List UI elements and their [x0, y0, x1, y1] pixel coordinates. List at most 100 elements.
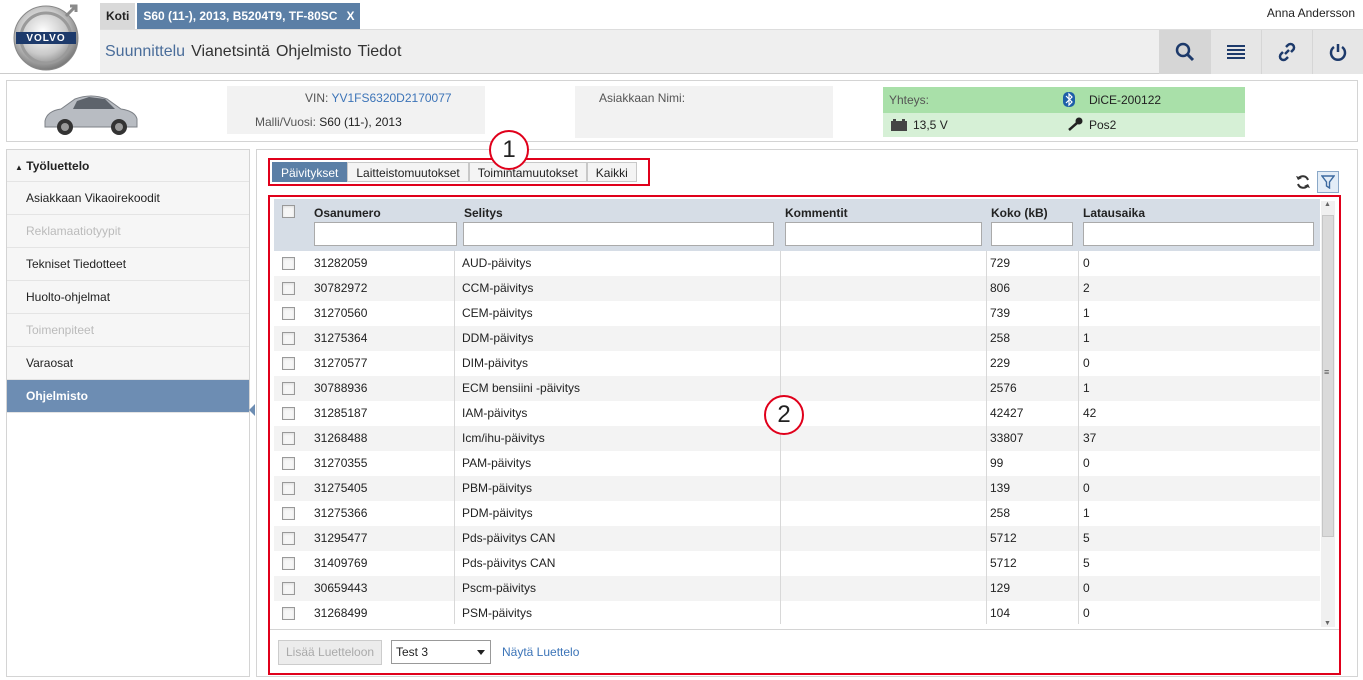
row-checkbox[interactable] [282, 332, 295, 345]
table-row[interactable]: 30782972 CCM-päivitys 806 2 [274, 276, 1320, 301]
table-row[interactable]: 30788936 ECM bensiini -päivitys 2576 1 [274, 376, 1320, 401]
tab-vehicle[interactable]: S60 (11-), 2013, B5204T9, TF-80SC X [137, 3, 361, 29]
filter-koko-input[interactable] [991, 222, 1073, 246]
key-icon [1068, 117, 1083, 131]
table-row[interactable]: 31275364 DDM-päivitys 258 1 [274, 326, 1320, 351]
vin-label: VIN: [305, 91, 329, 105]
row-checkbox[interactable] [282, 557, 295, 570]
col-selitys[interactable]: Selitys [464, 206, 503, 220]
tab-home[interactable]: Koti [100, 3, 136, 29]
refresh-icon[interactable] [1295, 174, 1311, 190]
column-divider [1078, 426, 1079, 451]
column-divider [780, 576, 781, 601]
scroll-down-icon[interactable]: ▼ [1324, 620, 1331, 627]
cell-latausaika: 1 [1083, 506, 1090, 520]
row-checkbox[interactable] [282, 582, 295, 595]
col-osanumero[interactable]: Osanumero [314, 206, 381, 220]
add-to-list-button[interactable]: Lisää Luetteloon [278, 640, 383, 665]
volvo-logo[interactable]: VOLVO [0, 0, 96, 74]
table-row[interactable]: 31409769 Pds-päivitys CAN 5712 5 [274, 551, 1320, 576]
filter-selitys-input[interactable] [463, 222, 774, 246]
column-divider [454, 276, 455, 301]
vin-link[interactable]: YV1FS6320D2170077 [331, 91, 451, 105]
row-checkbox[interactable] [282, 307, 295, 320]
col-koko[interactable]: Koko (kB) [991, 206, 1048, 220]
column-divider [986, 326, 987, 351]
grid-scrollbar[interactable]: ▲ ≡ ▼ [1321, 201, 1335, 627]
table-row[interactable]: 31268499 PSM-päivitys 104 0 [274, 601, 1320, 624]
column-divider [1078, 376, 1079, 401]
table-row[interactable]: 30659443 Pscm-päivitys 129 0 [274, 576, 1320, 601]
nav-suunnittelu[interactable]: Suunnittelu [102, 43, 188, 61]
nav-ohjelmisto[interactable]: Ohjelmisto [273, 43, 355, 61]
column-divider [454, 476, 455, 501]
table-row[interactable]: 31282059 AUD-päivitys 729 0 [274, 251, 1320, 276]
filter-osanumero-input[interactable] [314, 222, 457, 246]
table-row[interactable]: 31275366 PDM-päivitys 258 1 [274, 501, 1320, 526]
select-all-checkbox[interactable] [282, 205, 295, 218]
row-checkbox[interactable] [282, 407, 295, 420]
sidebar-item-reklamaatiotyypit: Reklamaatiotyypit [7, 215, 249, 248]
column-divider [1078, 501, 1079, 526]
sidebar-item-varaosat[interactable]: Varaosat [7, 347, 249, 380]
sidebar-item-huolto-ohjelmat[interactable]: Huolto-ohjelmat [7, 281, 249, 314]
power-icon [1329, 44, 1347, 61]
user-name[interactable]: Anna Andersson [1267, 6, 1355, 20]
row-checkbox[interactable] [282, 432, 295, 445]
table-row[interactable]: 31270560 CEM-päivitys 739 1 [274, 301, 1320, 326]
tab-laitteistomuutokset[interactable]: Laitteistomuutokset [347, 162, 469, 182]
tab-kaikki[interactable]: Kaikki [586, 162, 637, 182]
tab-paivitykset[interactable]: Päivitykset [272, 162, 348, 182]
filter-button[interactable] [1317, 171, 1339, 193]
column-divider [1078, 451, 1079, 476]
col-kommentit[interactable]: Kommentit [785, 206, 848, 220]
row-checkbox[interactable] [282, 532, 295, 545]
cell-koko: 99 [990, 456, 1004, 470]
filter-latausaika-input[interactable] [1083, 222, 1314, 246]
cell-latausaika: 0 [1083, 481, 1090, 495]
table-row[interactable]: 31270355 PAM-päivitys 99 0 [274, 451, 1320, 476]
list-button[interactable] [1210, 30, 1261, 74]
cell-koko: 258 [990, 506, 1011, 520]
col-latausaika[interactable]: Latausaika [1083, 206, 1145, 220]
list-icon [1227, 45, 1245, 59]
row-checkbox[interactable] [282, 357, 295, 370]
column-divider [1078, 601, 1079, 624]
sidebar-item-tekniset-tiedotteet[interactable]: Tekniset Tiedotteet [7, 248, 249, 281]
column-divider [986, 351, 987, 376]
row-checkbox[interactable] [282, 507, 295, 520]
cell-latausaika: 0 [1083, 256, 1090, 270]
row-checkbox[interactable] [282, 257, 295, 270]
power-button[interactable] [1312, 30, 1363, 74]
cell-selitys: IAM-päivitys [462, 406, 528, 420]
search-button[interactable] [1159, 30, 1210, 74]
cell-koko: 139 [990, 481, 1011, 495]
close-icon[interactable]: X [346, 3, 354, 29]
column-divider [986, 551, 987, 576]
nav-tiedot[interactable]: Tiedot [355, 43, 405, 61]
table-row[interactable]: 31295477 Pds-päivitys CAN 5712 5 [274, 526, 1320, 551]
filter-kommentit-input[interactable] [785, 222, 982, 246]
filter-icon [1321, 175, 1335, 189]
scroll-up-icon[interactable]: ▲ [1324, 201, 1331, 208]
row-checkbox[interactable] [282, 482, 295, 495]
table-row[interactable]: 31270577 DIM-päivitys 229 0 [274, 351, 1320, 376]
table-row[interactable]: 31275405 PBM-päivitys 139 0 [274, 476, 1320, 501]
row-checkbox[interactable] [282, 382, 295, 395]
tab-toimintamuutokset[interactable]: Toimintamuutokset [468, 162, 587, 182]
row-checkbox[interactable] [282, 607, 295, 620]
column-divider [780, 551, 781, 576]
row-checkbox[interactable] [282, 282, 295, 295]
cell-koko: 5712 [990, 531, 1017, 545]
sidebar-header[interactable]: ▲ Työluettelo [7, 150, 249, 182]
row-checkbox[interactable] [282, 457, 295, 470]
cell-latausaika: 0 [1083, 356, 1090, 370]
link-button[interactable] [1261, 30, 1312, 74]
list-select[interactable]: Test 3 [391, 640, 491, 664]
model-label: Malli/Vuosi: [255, 115, 316, 129]
show-list-link[interactable]: Näytä Luettelo [502, 645, 579, 659]
column-divider [1078, 251, 1079, 276]
sidebar-item-ohjelmisto[interactable]: Ohjelmisto [7, 380, 249, 413]
sidebar-item-vikaoirekoodit[interactable]: Asiakkaan Vikaoirekoodit [7, 182, 249, 215]
nav-vianetsinta[interactable]: Vianetsintä [188, 43, 273, 61]
